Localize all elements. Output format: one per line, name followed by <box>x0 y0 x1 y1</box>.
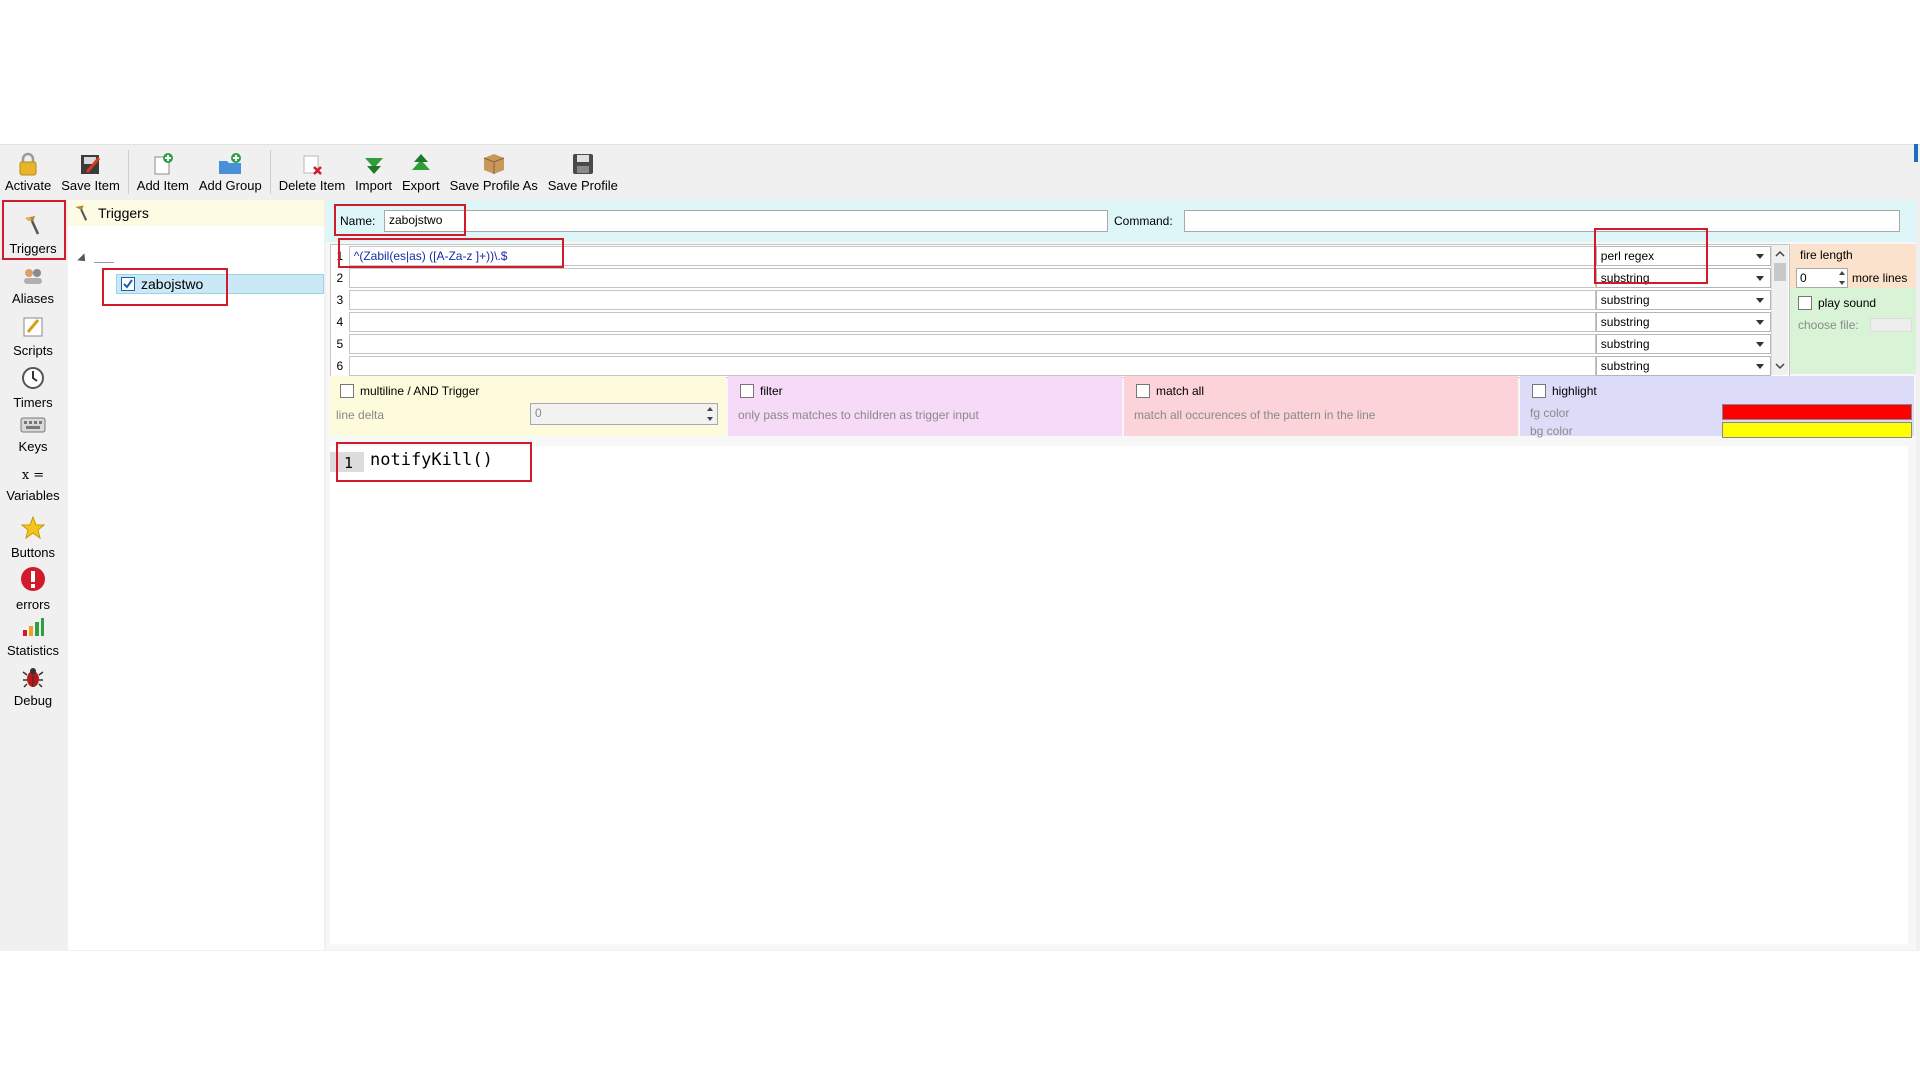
pattern-row: 2 substring <box>331 267 1771 289</box>
play-sound-checkbox[interactable] <box>1798 296 1812 310</box>
annotation-box <box>2 200 66 260</box>
fire-length-panel: fire length 0 more lines play sound choo… <box>1790 244 1916 374</box>
spin-down-icon[interactable] <box>707 417 713 421</box>
add-group-icon <box>217 152 243 176</box>
fg-color-swatch[interactable] <box>1722 404 1912 420</box>
pattern-input[interactable] <box>348 356 1596 376</box>
pattern-row: 5 substring <box>331 333 1771 355</box>
tree-header: Triggers <box>68 200 324 226</box>
pattern-input[interactable] <box>348 312 1596 332</box>
pattern-input[interactable] <box>348 334 1596 354</box>
activate-button[interactable]: Activate <box>0 146 56 193</box>
save-item-button[interactable]: Save Item <box>56 146 125 193</box>
statistics-icon <box>21 616 45 641</box>
spin-up-icon[interactable] <box>707 407 713 411</box>
sidebar-item-aliases[interactable]: Aliases <box>2 266 64 306</box>
scripts-icon <box>22 316 44 341</box>
choose-file-input[interactable] <box>1870 318 1912 332</box>
script-editor[interactable]: 1 notifyKill() <box>330 446 1908 944</box>
spin-down-icon[interactable] <box>1839 281 1845 285</box>
save-item-icon <box>78 152 104 176</box>
aliases-icon <box>21 266 45 289</box>
annotation-box <box>336 442 532 482</box>
highlight-panel: highlight fg color bg color <box>1520 376 1914 438</box>
trigger-tree: Triggers zabojstwo <box>68 200 324 950</box>
export-icon <box>408 152 434 176</box>
package-icon <box>481 152 507 176</box>
delete-item-button[interactable]: Delete Item <box>274 146 350 193</box>
fire-length-spinbox[interactable]: 0 <box>1796 268 1848 288</box>
import-icon <box>361 152 387 176</box>
toolbar: Activate Save Item Add Item Add Group De… <box>0 146 1916 198</box>
pattern-input[interactable] <box>348 290 1596 310</box>
name-input[interactable]: zabojstwo <box>384 210 1108 232</box>
match-all-checkbox[interactable] <box>1136 384 1150 398</box>
buttons-icon <box>20 515 46 543</box>
variables-icon: x = <box>21 468 45 483</box>
add-group-button[interactable]: Add Group <box>194 146 267 193</box>
pattern-list-scrollbar[interactable] <box>1771 245 1788 375</box>
editor-category-sidebar: Triggers Aliases Scripts Timers Keys x =… <box>2 200 69 950</box>
sidebar-item-errors[interactable]: errors <box>2 566 64 612</box>
sidebar-item-timers[interactable]: Timers <box>2 366 64 410</box>
errors-icon <box>20 566 46 595</box>
annotation-box <box>338 238 564 268</box>
sidebar-item-variables[interactable]: x = Variables <box>2 466 64 503</box>
sidebar-item-debug[interactable]: Debug <box>2 666 64 708</box>
pattern-type-select[interactable]: substring <box>1595 290 1771 310</box>
scroll-thumb[interactable] <box>1774 263 1786 281</box>
toolbar-separator <box>127 150 129 194</box>
save-profile-button[interactable]: Save Profile <box>543 146 623 193</box>
add-item-icon <box>150 152 176 176</box>
toolbar-separator <box>269 150 271 194</box>
filter-panel: filter only pass matches to children as … <box>728 376 1122 436</box>
pattern-input[interactable] <box>348 268 1596 288</box>
spin-up-icon[interactable] <box>1839 271 1845 275</box>
triggers-icon <box>72 202 92 225</box>
match-all-panel: match all match all occurences of the pa… <box>1124 376 1518 436</box>
export-button[interactable]: Export <box>397 146 445 193</box>
pattern-row: 3 substring <box>331 289 1771 311</box>
save-profile-as-button[interactable]: Save Profile As <box>445 146 543 193</box>
filter-checkbox[interactable] <box>740 384 754 398</box>
line-delta-spinbox[interactable]: 0 <box>530 403 718 425</box>
sidebar-item-buttons[interactable]: Buttons <box>2 515 64 560</box>
pattern-row: 4 substring <box>331 311 1771 333</box>
scroll-down-icon[interactable] <box>1772 359 1788 373</box>
keys-icon <box>20 416 46 437</box>
multiline-panel: multiline / AND Trigger line delta 0 <box>330 376 726 436</box>
sidebar-item-statistics[interactable]: Statistics <box>2 616 64 658</box>
pattern-type-select[interactable]: substring <box>1595 356 1771 376</box>
pattern-row: 6 substring <box>331 355 1771 377</box>
debug-icon <box>22 666 44 691</box>
sidebar-item-scripts[interactable]: Scripts <box>2 316 64 358</box>
tree-branch-line <box>94 262 114 263</box>
timers-icon <box>21 366 45 393</box>
pattern-type-select[interactable]: substring <box>1595 312 1771 332</box>
annotation-box <box>102 268 228 306</box>
highlight-checkbox[interactable] <box>1532 384 1546 398</box>
annotation-box <box>1594 228 1708 284</box>
add-item-button[interactable]: Add Item <box>132 146 194 193</box>
tree-expand-arrow[interactable] <box>77 253 89 265</box>
annotation-box <box>334 204 466 236</box>
import-button[interactable]: Import <box>350 146 397 193</box>
pattern-type-select[interactable]: substring <box>1595 334 1771 354</box>
lock-icon <box>15 152 41 176</box>
command-input[interactable] <box>1184 210 1900 232</box>
scroll-up-icon[interactable] <box>1772 247 1788 261</box>
multiline-checkbox[interactable] <box>340 384 354 398</box>
delete-item-icon <box>299 152 325 176</box>
bg-color-swatch[interactable] <box>1722 422 1912 438</box>
window-edge-accent <box>1914 144 1918 162</box>
sidebar-item-keys[interactable]: Keys <box>2 416 64 454</box>
floppy-disk-icon <box>570 152 596 176</box>
